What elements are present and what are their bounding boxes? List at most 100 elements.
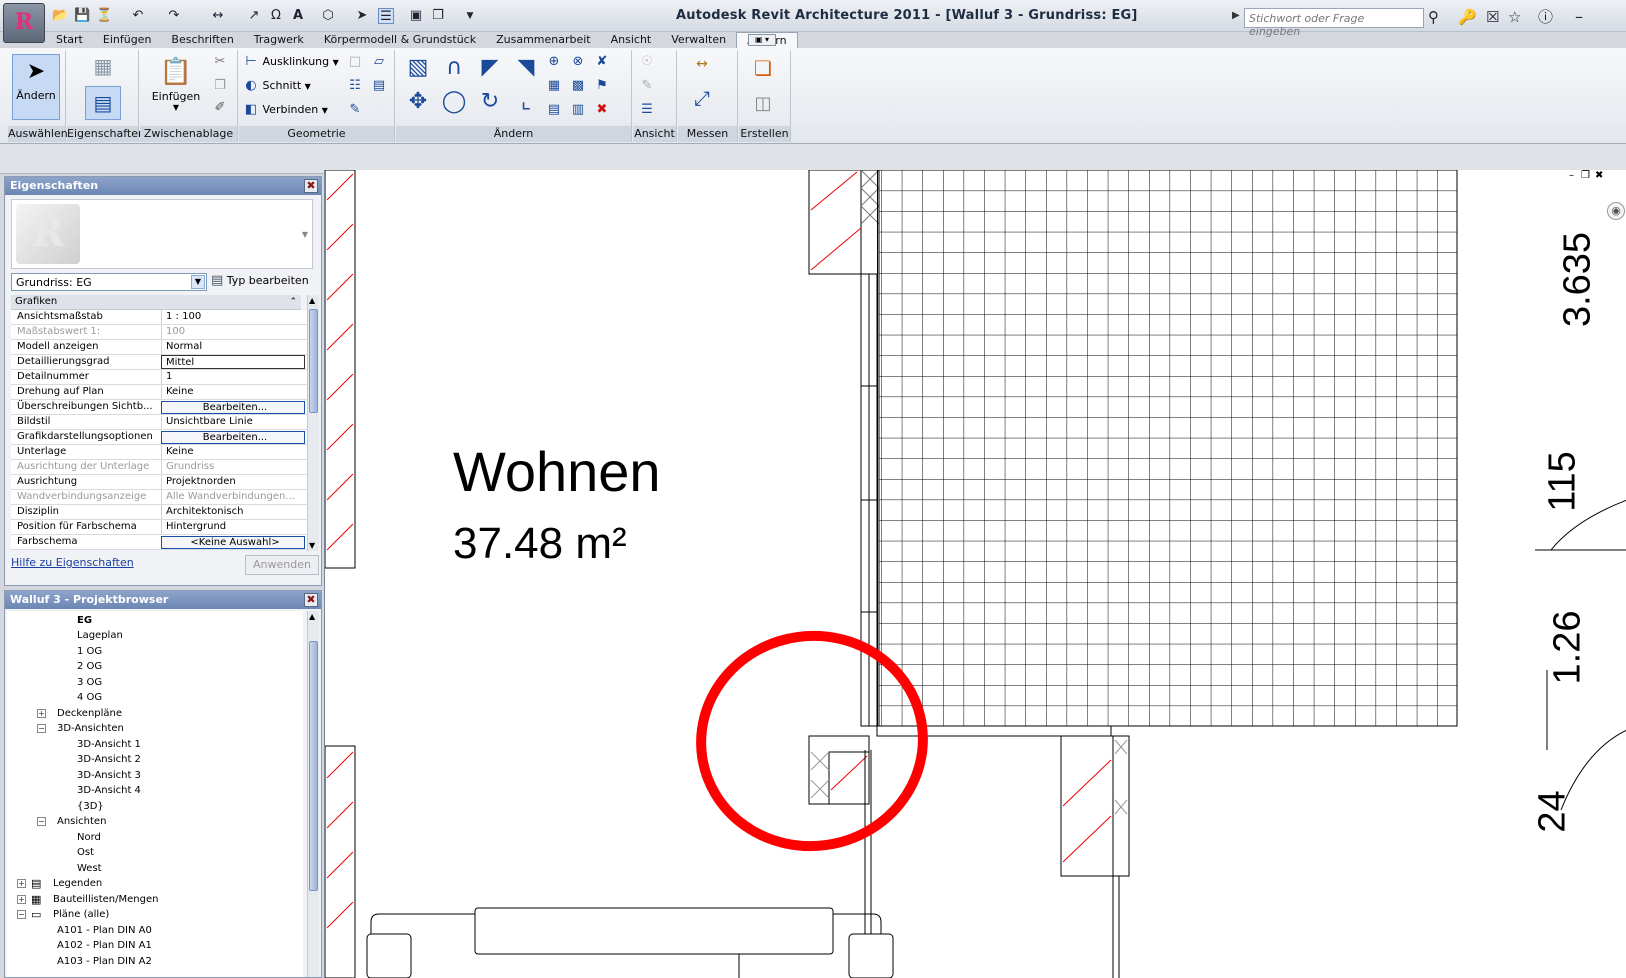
scrollbar-thumb[interactable] — [309, 641, 318, 891]
property-value[interactable]: Keine — [161, 385, 305, 399]
properties-scrollbar[interactable]: ▲ ▼ — [307, 295, 319, 551]
offset-icon[interactable]: ∩ — [440, 54, 468, 82]
tree-item[interactable]: Ansichten — [57, 814, 106, 829]
collapse-icon[interactable]: ⌃ — [289, 295, 297, 309]
ruler-icon[interactable]: ↔ — [684, 56, 720, 72]
apply-button[interactable]: Anwenden — [245, 555, 319, 575]
type-selector[interactable]: Grundriss: EG ▼ — [11, 273, 207, 291]
application-menu-button[interactable]: R — [3, 3, 45, 43]
properties-toggle-icon[interactable]: ▤ — [85, 86, 121, 120]
tree-item[interactable]: Pläne (alle) — [53, 907, 109, 922]
wall-joins-icon[interactable]: □ — [347, 54, 363, 70]
property-value[interactable]: 1 — [161, 370, 305, 384]
property-value[interactable]: 1 : 100 — [161, 310, 305, 324]
tab-koerpermodell[interactable]: Körpermodell & Grundstück — [314, 32, 486, 48]
collapse-icon[interactable]: − — [17, 910, 26, 919]
tree-item[interactable]: {3D} — [77, 799, 104, 814]
tree-item[interactable]: A102 - Plan DIN A1 — [57, 938, 152, 953]
tree-item[interactable]: EG — [77, 613, 92, 628]
detail-level-input[interactable]: Mittel — [161, 355, 305, 369]
search-input[interactable]: Stichwort oder Frage eingeben — [1244, 8, 1424, 38]
scale-icon[interactable]: ▩ — [570, 78, 586, 94]
thin-lines-icon[interactable]: ☰ — [378, 8, 394, 24]
dimension-24[interactable]: 24 — [1532, 778, 1593, 838]
tab-beschriften[interactable]: Beschriften — [161, 32, 243, 48]
linework-icon[interactable]: ☰ — [639, 102, 655, 118]
tree-item[interactable]: 3D-Ansicht 1 — [77, 737, 141, 752]
tree-item[interactable]: Deckenpläne — [57, 706, 122, 721]
tree-item[interactable]: 1 OG — [77, 644, 102, 659]
expand-icon[interactable]: + — [37, 709, 46, 718]
open-icon[interactable]: 📂 — [52, 8, 68, 24]
cope-button[interactable]: ⊢ Ausklinkung ▼ — [243, 54, 338, 71]
tree-item[interactable]: 3D-Ansicht 4 — [77, 783, 141, 798]
lightbulb-icon[interactable]: ☉ — [639, 54, 655, 70]
tab-verwalten[interactable]: Verwalten — [661, 32, 736, 48]
navigation-wheel-icon[interactable]: ◉ — [1607, 202, 1625, 220]
color-scheme-button[interactable]: <Keine Auswahl> — [161, 536, 305, 549]
room-name-tag[interactable]: Wohnen — [453, 442, 661, 502]
section-icon[interactable]: ➤ — [354, 8, 370, 24]
array-icon[interactable]: ▦ — [546, 78, 562, 94]
scroll-up-icon[interactable]: ▲ — [309, 612, 315, 621]
group-header-grafiken[interactable]: Grafiken ⌃ — [11, 295, 301, 310]
switch-windows-icon[interactable]: ❐ — [430, 8, 446, 24]
property-value[interactable]: Unsichtbare Linie — [161, 415, 305, 429]
cut-icon[interactable]: ✂ — [212, 54, 228, 70]
tree-item[interactable]: 3D-Ansichten — [57, 721, 124, 736]
expand-icon[interactable]: + — [17, 895, 26, 904]
view-close-icon[interactable]: ✖ — [1595, 170, 1603, 181]
tag-icon[interactable]: Ω — [268, 8, 284, 24]
edit-type-button[interactable]: ▤ Typ bearbeiten — [211, 273, 309, 291]
dimension-115[interactable]: 115 — [1533, 440, 1593, 520]
split-face-icon[interactable]: ☷ — [347, 78, 363, 94]
join-button[interactable]: ◧ Verbinden ▼ — [243, 102, 328, 119]
type-properties-icon[interactable]: ▦ — [89, 54, 117, 82]
redo-icon[interactable]: ↷ — [166, 8, 182, 24]
view-restore-icon[interactable]: ❐ — [1581, 170, 1590, 181]
split-icon[interactable]: ⊕ — [546, 54, 562, 70]
tree-item[interactable]: West — [77, 861, 102, 876]
measure-icon[interactable]: ↔ — [210, 8, 226, 24]
match-properties-icon[interactable]: ✐ — [212, 100, 228, 116]
tab-ansicht[interactable]: Ansicht — [601, 32, 662, 48]
tree-item[interactable]: 2 OG — [77, 659, 102, 674]
favorites-icon[interactable]: ☆ — [1508, 8, 1521, 26]
delete-icon[interactable]: ✖ — [594, 102, 610, 118]
tab-tragwerk[interactable]: Tragwerk — [244, 32, 314, 48]
paint-brush-icon[interactable]: ✎ — [347, 102, 363, 118]
ribbon-minimize-icon[interactable]: ▣ ▾ — [748, 34, 776, 46]
3d-view-icon[interactable]: ⬡ — [320, 8, 336, 24]
move-icon[interactable]: ✥ — [404, 88, 432, 116]
scroll-down-icon[interactable]: ▼ — [309, 541, 315, 550]
aligned-dimension-icon[interactable]: ⤢ — [684, 88, 720, 108]
sync-icon[interactable]: ⏳ — [96, 8, 112, 24]
paint-icon[interactable]: ▱ — [371, 54, 387, 70]
help-icon[interactable]: ⓘ — [1538, 8, 1553, 26]
chevron-down-icon[interactable]: ▼ — [302, 230, 308, 239]
tab-start[interactable]: Start — [46, 32, 93, 48]
align-icon[interactable]: ▧ — [404, 54, 432, 82]
scroll-up-icon[interactable]: ▲ — [309, 296, 315, 305]
close-icon[interactable]: ✖ — [304, 179, 318, 193]
split-gap-icon[interactable]: ⊗ — [570, 54, 586, 70]
mirror-draw-icon[interactable]: ◥ — [512, 54, 540, 82]
copy-element-icon[interactable]: ◯ — [440, 88, 468, 116]
create-group-icon[interactable]: ◫ — [749, 90, 777, 118]
browser-scrollbar[interactable]: ▲ — [307, 611, 319, 977]
property-value[interactable]: Projektnorden — [161, 475, 305, 489]
tree-item[interactable]: Legenden — [53, 876, 102, 891]
tab-einfuegen[interactable]: Einfügen — [93, 32, 162, 48]
communication-icon[interactable]: ☒ — [1486, 8, 1499, 26]
room-area-tag[interactable]: 37.48 m² — [453, 520, 627, 568]
trim-extend-icon[interactable]: ⌞ — [512, 88, 540, 116]
tree-item[interactable]: 4 OG — [77, 690, 102, 705]
cut-geometry-button[interactable]: ◐ Schnitt ▼ — [243, 78, 310, 95]
text-icon[interactable]: A — [290, 8, 306, 24]
property-value[interactable]: Hintergrund — [161, 520, 305, 534]
property-value[interactable]: Architektonisch — [161, 505, 305, 519]
copy-icon[interactable]: ❐ — [212, 78, 228, 94]
tree-item[interactable]: A101 - Plan DIN A0 — [57, 923, 152, 938]
offset-multiple-icon[interactable]: ▥ — [570, 102, 586, 118]
help-link[interactable]: Hilfe zu Eigenschaften — [11, 556, 134, 569]
